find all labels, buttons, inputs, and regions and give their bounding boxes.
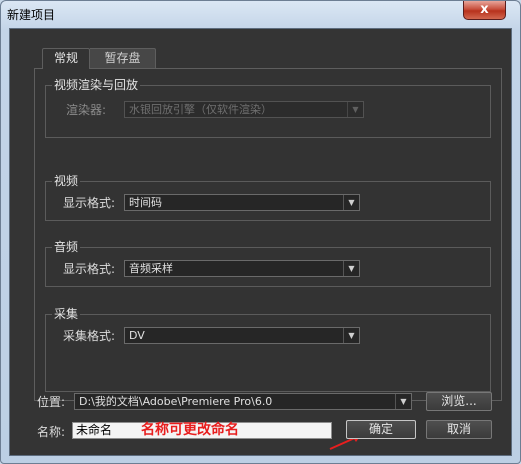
audio-display-format-select[interactable]: 音频采样 ▼ xyxy=(124,260,360,277)
chevron-down-icon: ▼ xyxy=(343,261,359,276)
chevron-down-icon: ▼ xyxy=(395,394,411,409)
close-icon: x xyxy=(480,2,489,17)
renderer-label: 渲染器: xyxy=(66,103,107,117)
video-display-format-label: 显示格式: xyxy=(63,196,116,210)
tab-general-label: 常规 xyxy=(53,51,78,65)
annotation-text: 名称可更改命名 xyxy=(141,422,239,438)
audio-display-format-value: 音频采样 xyxy=(129,262,173,275)
video-display-format-select[interactable]: 时间码 ▼ xyxy=(124,194,360,211)
ok-button-label: 确定 xyxy=(368,422,393,436)
browse-button-label: 浏览... xyxy=(441,394,477,408)
ok-button[interactable]: 确定 xyxy=(346,420,416,439)
tab-general[interactable]: 常规 xyxy=(42,48,90,69)
dialog-body: 常规 暂存盘 视频渲染与回放 渲染器: 水银回放引擎（仅软件渲染） ▼ 视频 显… xyxy=(9,28,512,456)
renderer-value: 水银回放引擎（仅软件渲染） xyxy=(129,103,272,116)
close-button[interactable]: x xyxy=(463,1,506,20)
tab-scratch-disks-label: 暂存盘 xyxy=(104,51,141,65)
project-name-value: 未命名 xyxy=(76,423,113,437)
chevron-down-icon: ▼ xyxy=(343,328,359,343)
general-tab-panel: 视频渲染与回放 渲染器: 水银回放引擎（仅软件渲染） ▼ 视频 显示格式: 时间… xyxy=(34,68,502,401)
capture-format-select[interactable]: DV ▼ xyxy=(124,327,360,344)
title-bar[interactable]: 新建项目 x xyxy=(1,1,520,27)
audio-group: 音频 显示格式: 音频采样 ▼ xyxy=(45,240,491,287)
playback-group-title: 视频渲染与回放 xyxy=(52,78,141,92)
location-label: 位置: xyxy=(37,395,66,409)
tab-scratch-disks[interactable]: 暂存盘 xyxy=(90,48,156,68)
video-group: 视频 显示格式: 时间码 ▼ xyxy=(45,174,491,221)
video-display-format-value: 时间码 xyxy=(129,196,162,209)
window-title: 新建项目 xyxy=(7,8,56,22)
browse-button[interactable]: 浏览... xyxy=(426,392,492,411)
capture-format-value: DV xyxy=(129,329,145,342)
playback-group: 视频渲染与回放 渲染器: 水银回放引擎（仅软件渲染） ▼ xyxy=(45,78,491,138)
cancel-button-label: 取消 xyxy=(446,422,471,436)
capture-group-title: 采集 xyxy=(52,307,81,321)
audio-group-title: 音频 xyxy=(52,240,81,254)
capture-group: 采集 采集格式: DV ▼ xyxy=(45,307,491,392)
new-project-dialog: 新建项目 x 常规 暂存盘 视频渲染与回放 渲染器: 水银回放引擎（仅软件渲染）… xyxy=(0,0,521,464)
location-value: D:\我的文档\Adobe\Premiere Pro\6.0 xyxy=(79,395,273,408)
chevron-down-icon: ▼ xyxy=(343,195,359,210)
capture-format-label: 采集格式: xyxy=(63,329,116,343)
name-label: 名称: xyxy=(37,425,66,439)
audio-display-format-label: 显示格式: xyxy=(63,262,116,276)
video-group-title: 视频 xyxy=(52,174,81,188)
renderer-select: 水银回放引擎（仅软件渲染） ▼ xyxy=(124,101,364,118)
chevron-down-icon: ▼ xyxy=(347,102,363,117)
location-select[interactable]: D:\我的文档\Adobe\Premiere Pro\6.0 ▼ xyxy=(74,393,412,410)
cancel-button[interactable]: 取消 xyxy=(426,420,492,439)
